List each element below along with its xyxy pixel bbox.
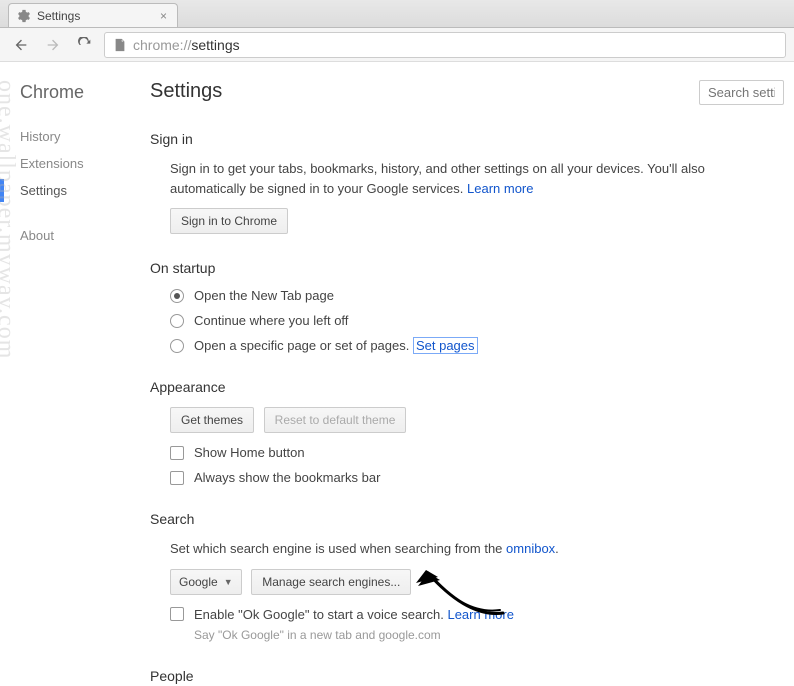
search-title: Search — [150, 511, 784, 527]
reset-theme-button: Reset to default theme — [264, 407, 407, 433]
signin-description: Sign in to get your tabs, bookmarks, his… — [170, 159, 784, 198]
address-bar[interactable]: chrome://settings — [104, 32, 786, 58]
search-description: Set which search engine is used when sea… — [170, 539, 784, 559]
appearance-title: Appearance — [150, 379, 784, 395]
browser-tab[interactable]: Settings × — [8, 3, 178, 27]
section-startup: On startup Open the New Tab page Continu… — [150, 260, 784, 353]
checkbox-icon — [170, 607, 184, 621]
url-scheme: chrome:// — [133, 37, 191, 53]
page-icon — [113, 38, 127, 52]
set-pages-link[interactable]: Set pages — [413, 337, 478, 354]
search-settings-input[interactable] — [699, 80, 784, 105]
sidebar-item-extensions[interactable]: Extensions — [20, 150, 150, 177]
ok-google-checkbox[interactable]: Enable "Ok Google" to start a voice sear… — [170, 607, 784, 622]
back-button[interactable] — [8, 32, 34, 58]
people-title: People — [150, 668, 784, 684]
ok-google-learn-more-link[interactable]: Learn more — [447, 607, 513, 622]
manage-search-engines-button[interactable]: Manage search engines... — [251, 569, 411, 595]
gear-icon — [17, 9, 31, 23]
show-home-checkbox[interactable]: Show Home button — [170, 445, 784, 460]
page-title: Settings — [150, 80, 222, 103]
forward-button[interactable] — [40, 32, 66, 58]
browser-tab-bar: Settings × — [0, 0, 794, 28]
sidebar-item-history[interactable]: History — [20, 123, 150, 150]
signin-title: Sign in — [150, 131, 784, 147]
sidebar: Chrome History Extensions Settings About — [0, 62, 150, 686]
radio-icon — [170, 289, 184, 303]
section-signin: Sign in Sign in to get your tabs, bookma… — [150, 131, 784, 234]
section-search: Search Set which search engine is used w… — [150, 511, 784, 642]
reload-button[interactable] — [72, 32, 98, 58]
url-path: settings — [191, 37, 239, 53]
radio-icon — [170, 339, 184, 353]
startup-title: On startup — [150, 260, 784, 276]
get-themes-button[interactable]: Get themes — [170, 407, 254, 433]
tab-title: Settings — [37, 9, 158, 23]
startup-option-continue[interactable]: Continue where you left off — [170, 313, 784, 328]
section-appearance: Appearance Get themes Reset to default t… — [150, 379, 784, 485]
checkbox-icon — [170, 471, 184, 485]
ok-google-note: Say "Ok Google" in a new tab and google.… — [170, 628, 784, 642]
close-icon[interactable]: × — [158, 9, 169, 23]
checkbox-icon — [170, 446, 184, 460]
radio-icon — [170, 314, 184, 328]
section-people: People — [150, 668, 784, 684]
sidebar-title: Chrome — [20, 82, 150, 103]
chevron-down-icon: ▼ — [224, 577, 233, 587]
startup-option-newtab[interactable]: Open the New Tab page — [170, 288, 784, 303]
omnibox-link[interactable]: omnibox — [506, 541, 555, 556]
show-bookmarks-checkbox[interactable]: Always show the bookmarks bar — [170, 470, 784, 485]
search-engine-dropdown[interactable]: Google ▼ — [170, 569, 242, 595]
browser-toolbar: chrome://settings — [0, 28, 794, 62]
sidebar-item-about[interactable]: About — [20, 222, 150, 249]
startup-option-specific[interactable]: Open a specific page or set of pages. Se… — [170, 338, 784, 353]
sidebar-item-settings[interactable]: Settings — [20, 177, 150, 204]
signin-learn-more-link[interactable]: Learn more — [467, 181, 533, 196]
signin-button[interactable]: Sign in to Chrome — [170, 208, 288, 234]
main-content: Settings Sign in Sign in to get your tab… — [150, 62, 794, 686]
